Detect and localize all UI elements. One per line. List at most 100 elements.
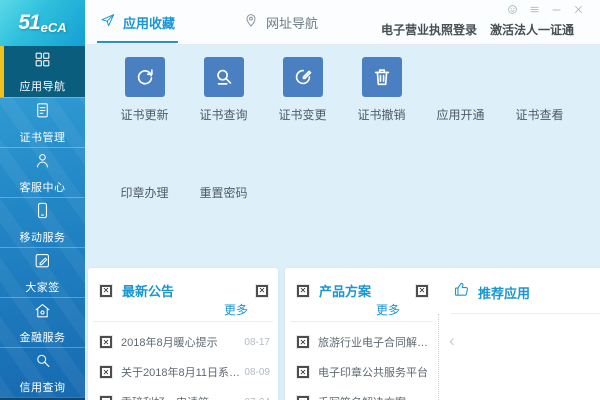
app-logo: 51 eCA: [0, 0, 85, 46]
announcements-header: 最新公告: [88, 268, 278, 300]
app-cert-revoke[interactable]: 证书撤销: [342, 57, 421, 123]
products-header: 产品方案: [285, 268, 438, 300]
sidebar-item-label: 大家签: [25, 281, 60, 294]
search-cert-icon: [203, 57, 244, 97]
product-item[interactable]: 电子印章公共服务平台: [297, 357, 430, 387]
carousel-prev-arrow[interactable]: ‹: [449, 332, 455, 349]
recommended-section: 推荐应用 ‹ ›: [439, 268, 600, 400]
broken-image-icon: [100, 336, 112, 348]
sidebar-item-customer-service[interactable]: 客服中心: [0, 147, 85, 197]
app-seal-handling[interactable]: 印章办理: [105, 175, 184, 201]
minimize-icon[interactable]: [551, 4, 562, 15]
product-item[interactable]: 旅游行业电子合同解决方案: [297, 327, 430, 357]
products-more-link[interactable]: 更多: [285, 301, 438, 318]
location-pin-icon: [243, 12, 266, 33]
app-service-activation[interactable]: 应用开通: [421, 57, 500, 123]
broken-image-icon: [297, 366, 309, 378]
app-reset-password[interactable]: 重置密码: [184, 175, 263, 201]
user-icon: [33, 151, 52, 175]
broken-image-icon: [297, 336, 309, 348]
sidebar: 51 eCA 应用导航 证书管理 客服中心 移动服务 大家签 金融服务 信用查询: [0, 0, 85, 400]
activate-legal-person-link[interactable]: 激活法人一证通: [490, 21, 574, 38]
announcement-item[interactable]: 2018年8月暖心提示 08-17: [100, 327, 270, 357]
announcements-more-link[interactable]: 更多: [88, 301, 278, 318]
broken-image-icon: [100, 366, 112, 378]
sidebar-item-label: 客服中心: [19, 181, 66, 194]
broken-image-icon: [100, 284, 112, 297]
topbar-links: 电子营业执照登录 激活法人一证通: [381, 21, 574, 38]
product-item[interactable]: 手写签名解决方案: [297, 387, 430, 400]
sidebar-item-label: 信用查询: [19, 381, 66, 394]
edit-change-icon: [282, 57, 323, 97]
business-license-login-link[interactable]: 电子营业执照登录: [381, 21, 477, 38]
tab-app-favorites[interactable]: 应用收藏: [97, 0, 179, 45]
sidebar-item-label: 证书管理: [19, 131, 66, 144]
signature-icon: [33, 251, 52, 275]
products-list: 旅游行业电子合同解决方案 电子印章公共服务平台 手写签名解决方案: [285, 322, 438, 400]
app-cert-update[interactable]: 证书更新: [105, 57, 184, 123]
sidebar-item-mobile-service[interactable]: 移动服务: [0, 197, 85, 247]
announcement-date: 08-17: [244, 336, 270, 348]
app-shortcut-row-1: 证书更新 证书查询 证书变更 证书撤销 应用开通 证书查看: [105, 45, 600, 123]
mobile-icon: [33, 201, 52, 225]
app-label: 重置密码: [199, 186, 248, 200]
main-area: 应用收藏 网址导航 电子营业执照登录 激活法人一证通 证书更新 证书查询 证书变…: [85, 0, 600, 400]
products-section: 产品方案 更多 旅游行业电子合同解决方案 电子印章公共服务平台: [285, 268, 438, 400]
products-recommended-panel: 产品方案 更多 旅游行业电子合同解决方案 电子印章公共服务平台: [285, 268, 600, 400]
content-area: 证书更新 证书查询 证书变更 证书撤销 应用开通 证书查看 印章办理 重置密码 …: [85, 45, 600, 400]
recommended-title: 推荐应用: [478, 285, 531, 301]
broken-image-icon: [256, 284, 268, 297]
products-title: 产品方案: [319, 284, 372, 299]
product-text: 手写签名解决方案: [318, 394, 430, 400]
app-shortcut-row-2: 印章办理 重置密码: [105, 175, 600, 201]
finance-icon: [33, 301, 52, 325]
announcement-text: 关于2018年8月11日系统升级...: [121, 367, 241, 379]
announcement-item[interactable]: 重磅利好，申请第一张法人一... 07-24: [100, 387, 270, 400]
missing-tile: [441, 57, 481, 97]
announcement-text: 重磅利好，申请第一张法人一...: [121, 394, 240, 400]
topbar: 应用收藏 网址导航 电子营业执照登录 激活法人一证通: [85, 0, 600, 45]
refresh-icon: [124, 57, 165, 97]
sidebar-item-finance-service[interactable]: 金融服务: [0, 297, 85, 347]
broken-image-icon: [100, 396, 112, 400]
announcement-item[interactable]: 关于2018年8月11日系统升级... 08-09: [100, 357, 270, 387]
broken-image-icon: [416, 284, 428, 297]
app-label: 证书查看: [515, 108, 564, 122]
credit-search-icon: [33, 351, 52, 375]
tab-label: 应用收藏: [123, 16, 176, 31]
announcement-date: 08-09: [244, 366, 270, 378]
announcements-title: 最新公告: [122, 284, 175, 299]
announcement-text: 2018年8月暖心提示: [121, 337, 218, 349]
close-icon[interactable]: [573, 4, 584, 15]
thumbs-up-icon: [453, 281, 470, 303]
app-window: 51 eCA 应用导航 证书管理 客服中心 移动服务 大家签 金融服务 信用查询…: [0, 0, 600, 400]
logo-text-primary: 51: [18, 11, 40, 34]
sidebar-item-label: 移动服务: [19, 231, 66, 244]
sidebar-item-everyone-sign[interactable]: 大家签: [0, 247, 85, 297]
product-text: 旅游行业电子合同解决方案: [318, 337, 430, 349]
tab-label: 网址导航: [266, 16, 319, 31]
feedback-icon[interactable]: [507, 4, 518, 15]
paper-plane-icon: [100, 12, 123, 33]
sidebar-item-label: 金融服务: [19, 331, 66, 344]
app-cert-query[interactable]: 证书查询: [184, 57, 263, 123]
recommended-header: 推荐应用: [439, 268, 600, 303]
divider: [451, 313, 600, 314]
logo-text-secondary: eCA: [40, 20, 67, 35]
broken-image-icon: [297, 396, 309, 400]
menu-icon[interactable]: [529, 4, 540, 15]
broken-image-icon: [297, 284, 309, 297]
grid-icon: [33, 50, 52, 74]
tab-url-navigation[interactable]: 网址导航: [240, 0, 321, 45]
app-cert-change[interactable]: 证书变更: [263, 57, 342, 123]
sidebar-item-cert-management[interactable]: 证书管理: [0, 97, 85, 147]
app-label: 证书更新: [120, 108, 169, 122]
sidebar-item-app-navigation[interactable]: 应用导航: [0, 46, 85, 97]
app-cert-view[interactable]: 证书查看: [500, 57, 579, 123]
product-text: 电子印章公共服务平台: [318, 367, 428, 379]
trash-icon: [361, 57, 402, 97]
missing-tile: [520, 57, 560, 97]
app-label: 证书变更: [278, 108, 327, 122]
certificate-icon: [33, 101, 52, 125]
sidebar-item-credit-inquiry[interactable]: 信用查询: [0, 347, 85, 397]
